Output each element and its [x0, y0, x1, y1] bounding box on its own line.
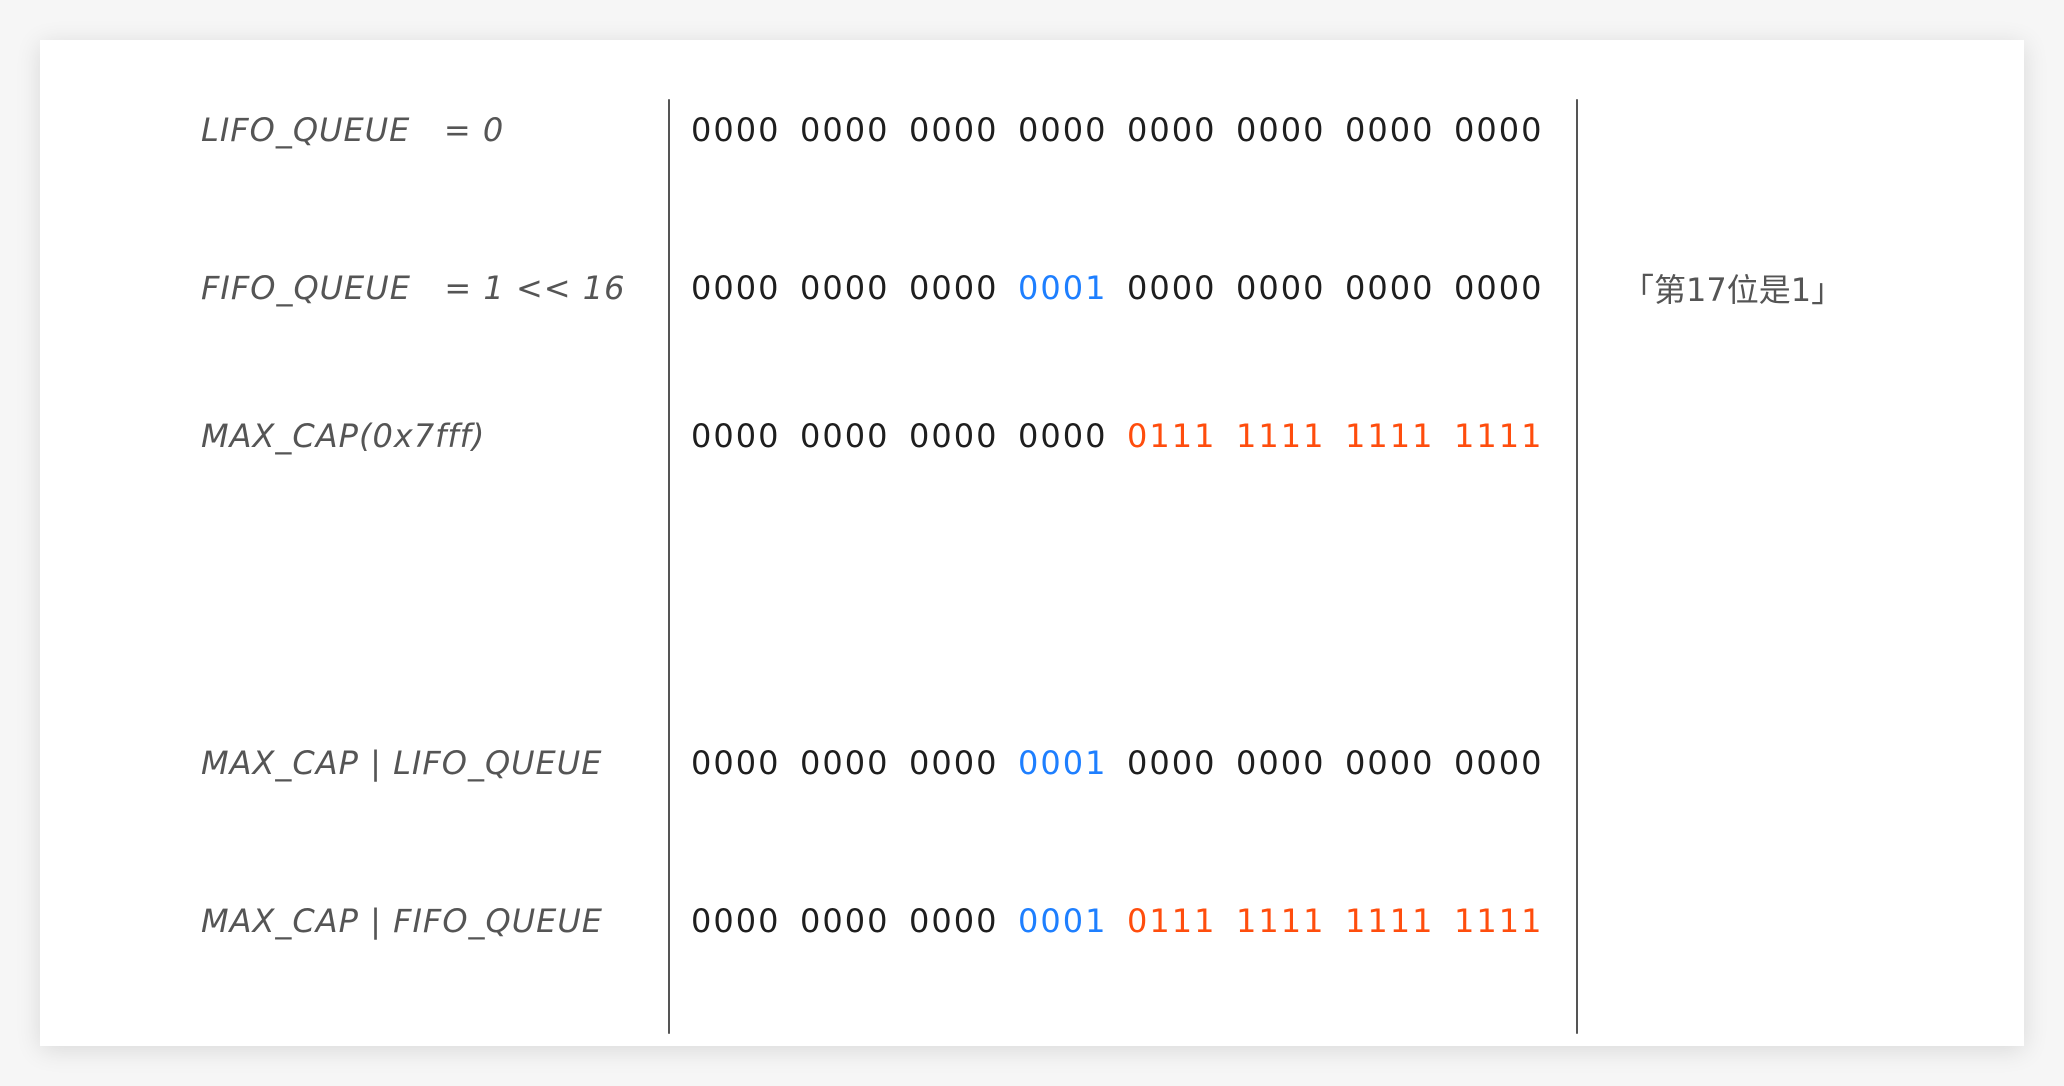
bit-group: 0000: [1454, 744, 1544, 782]
bit-group: 0000: [800, 744, 890, 782]
bit-group: 0000: [800, 902, 890, 940]
diagram-canvas: [40, 40, 2024, 1046]
row-label: MAX_CAP | FIFO_QUEUE: [201, 902, 603, 940]
bit-group: 0000: [800, 269, 890, 307]
row-label: MAX_CAP | LIFO_QUEUE: [201, 744, 603, 782]
row-label: LIFO_QUEUE = 0: [201, 111, 505, 149]
bit-group: 0000: [909, 417, 999, 455]
annotation-note: 「第17位是1」: [1622, 271, 1844, 309]
bit-group: 0000: [909, 744, 999, 782]
bit-group: 1111: [1345, 417, 1435, 455]
bit-group: 0111: [1127, 902, 1217, 940]
bit-row: 0000 0000 0000 0000 0111 1111 1111 1111: [691, 417, 1563, 455]
bit-group: 0000: [1236, 269, 1326, 307]
bit-group: 0000: [1018, 111, 1108, 149]
bit-group: 0000: [909, 111, 999, 149]
bit-group: 0000: [691, 902, 781, 940]
bit-group: 0000: [1127, 111, 1217, 149]
bit-group: 0001: [1018, 744, 1108, 782]
bit-group: 1111: [1454, 902, 1544, 940]
bit-group: 0000: [1454, 111, 1544, 149]
right-divider: [1576, 99, 1578, 1034]
bit-group: 0000: [909, 269, 999, 307]
bit-group: 0000: [1345, 269, 1435, 307]
bit-group: 0000: [691, 269, 781, 307]
bit-group: 1111: [1454, 417, 1544, 455]
bit-group: 0000: [1127, 744, 1217, 782]
bit-group: 0001: [1018, 902, 1108, 940]
bit-group: 1111: [1236, 417, 1326, 455]
bit-group: 0000: [1454, 269, 1544, 307]
bit-group: 0001: [1018, 269, 1108, 307]
bit-group: 0000: [1236, 744, 1326, 782]
bit-group: 0000: [1236, 111, 1326, 149]
row-label: MAX_CAP(0x7fff): [201, 417, 486, 455]
bit-group: 0000: [909, 902, 999, 940]
bit-group: 0000: [691, 417, 781, 455]
bit-group: 0000: [1018, 417, 1108, 455]
bit-group: 1111: [1345, 902, 1435, 940]
bit-row: 0000 0000 0000 0001 0000 0000 0000 0000: [691, 269, 1563, 307]
bit-row: 0000 0000 0000 0001 0000 0000 0000 0000: [691, 744, 1563, 782]
bit-group: 1111: [1236, 902, 1326, 940]
bit-group: 0000: [1127, 269, 1217, 307]
bit-row: 0000 0000 0000 0000 0000 0000 0000 0000: [691, 111, 1563, 149]
bit-group: 0000: [691, 744, 781, 782]
bit-group: 0000: [1345, 744, 1435, 782]
bit-group: 0000: [800, 417, 890, 455]
bit-group: 0111: [1127, 417, 1217, 455]
bit-group: 0000: [1345, 111, 1435, 149]
bit-group: 0000: [691, 111, 781, 149]
bit-group: 0000: [800, 111, 890, 149]
bit-row: 0000 0000 0000 0001 0111 1111 1111 1111: [691, 902, 1563, 940]
row-label: FIFO_QUEUE = 1 << 16: [201, 269, 626, 307]
left-divider: [668, 99, 670, 1034]
